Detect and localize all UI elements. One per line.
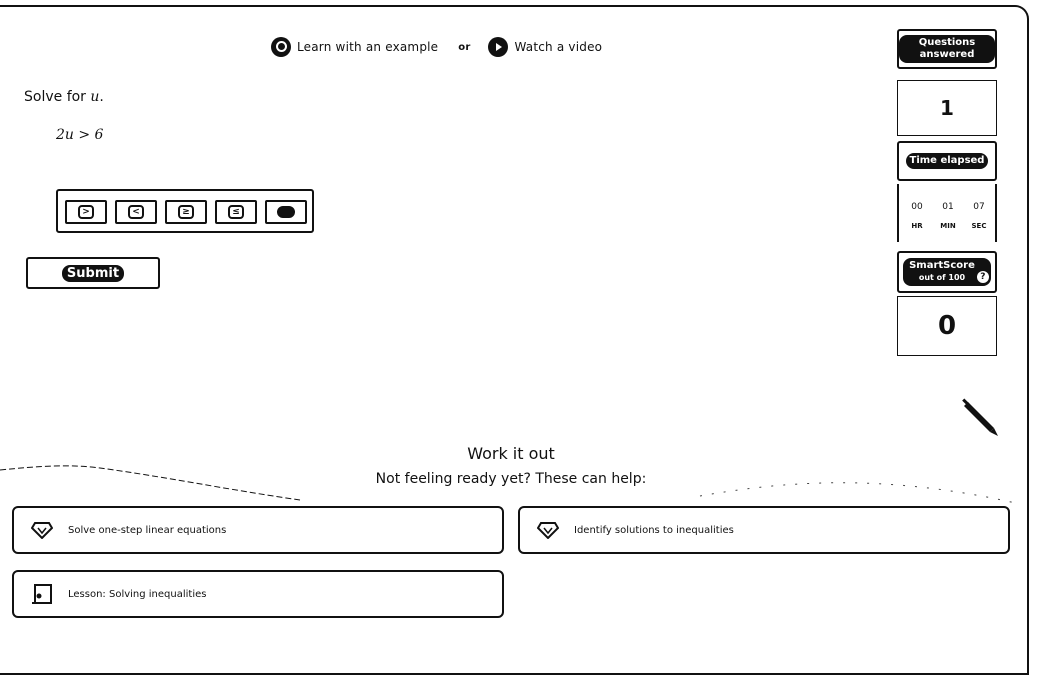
diamond-skill-icon bbox=[536, 518, 560, 542]
smartscore-value: 0 bbox=[897, 296, 997, 356]
submit-button[interactable]: Submit bbox=[26, 257, 160, 289]
skill-card-label: Identify solutions to inequalities bbox=[574, 524, 734, 536]
timer-hours: 00 bbox=[911, 202, 923, 212]
timer-minutes: 01 bbox=[942, 202, 954, 212]
smartscore-sub: out of 100 bbox=[918, 273, 966, 282]
time-elapsed-header: Time elapsed bbox=[897, 141, 997, 181]
smartscore-header: SmartScore out of 100? bbox=[897, 251, 997, 293]
pencil-icon[interactable] bbox=[960, 398, 1000, 438]
smartscore-label: SmartScore bbox=[909, 260, 975, 271]
timer: 00 HR 01 MIN 07 SEC bbox=[897, 184, 997, 242]
diamond-skill-icon bbox=[30, 518, 54, 542]
work-it-out-title: Work it out bbox=[467, 444, 555, 463]
timer-min-label: MIN bbox=[940, 222, 956, 230]
submit-label: Submit bbox=[61, 264, 125, 282]
question-mark-icon[interactable]: ? bbox=[976, 271, 989, 283]
prompt-period: . bbox=[99, 89, 104, 105]
closed-dot-icon bbox=[277, 206, 295, 218]
less-or-equal-icon: ≤ bbox=[228, 205, 244, 219]
less-or-equal-button[interactable]: ≤ bbox=[215, 200, 257, 224]
lightbulb-icon bbox=[271, 37, 291, 57]
help-links: Learn with an example or Watch a video bbox=[271, 36, 602, 58]
timer-seconds: 07 bbox=[973, 202, 985, 212]
skill-card-one-step-equations[interactable]: Solve one-step linear equations bbox=[12, 506, 504, 554]
learn-example-link[interactable]: Learn with an example bbox=[297, 40, 438, 54]
watch-video-link[interactable]: Watch a video bbox=[514, 40, 602, 54]
inequality: 2u > 6 bbox=[56, 127, 104, 143]
symbol-toolbar: > < ≥ ≤ bbox=[56, 189, 314, 233]
questions-answered-value: 1 bbox=[897, 80, 997, 136]
skill-card-label: Solve one-step linear equations bbox=[68, 524, 227, 536]
work-it-out-subtitle: Not feeling ready yet? These can help: bbox=[375, 471, 647, 487]
lesson-icon bbox=[30, 582, 54, 606]
questions-answered-label: Questions answered bbox=[899, 35, 995, 63]
greater-than-button[interactable]: > bbox=[65, 200, 107, 224]
greater-than-icon: > bbox=[78, 205, 94, 219]
less-than-icon: < bbox=[128, 205, 144, 219]
questions-answered-header: Questions answered bbox=[897, 29, 997, 69]
less-than-button[interactable]: < bbox=[115, 200, 157, 224]
prompt-text: Solve for bbox=[24, 89, 91, 105]
greater-or-equal-icon: ≥ bbox=[178, 205, 194, 219]
or-label: or bbox=[458, 41, 471, 53]
timer-hr-label: HR bbox=[911, 222, 923, 230]
play-icon bbox=[488, 37, 509, 57]
lesson-card-solving-inequalities[interactable]: Lesson: Solving inequalities bbox=[12, 570, 504, 618]
skill-card-identify-solutions[interactable]: Identify solutions to inequalities bbox=[518, 506, 1010, 554]
time-elapsed-label: Time elapsed bbox=[905, 153, 989, 169]
greater-or-equal-button[interactable]: ≥ bbox=[165, 200, 207, 224]
lesson-card-label: Lesson: Solving inequalities bbox=[68, 588, 207, 600]
timer-sec-label: SEC bbox=[971, 222, 987, 230]
smartscore-badge: SmartScore out of 100? bbox=[903, 258, 991, 286]
question-prompt: Solve for u. bbox=[24, 89, 104, 105]
closed-dot-button[interactable] bbox=[265, 200, 307, 224]
